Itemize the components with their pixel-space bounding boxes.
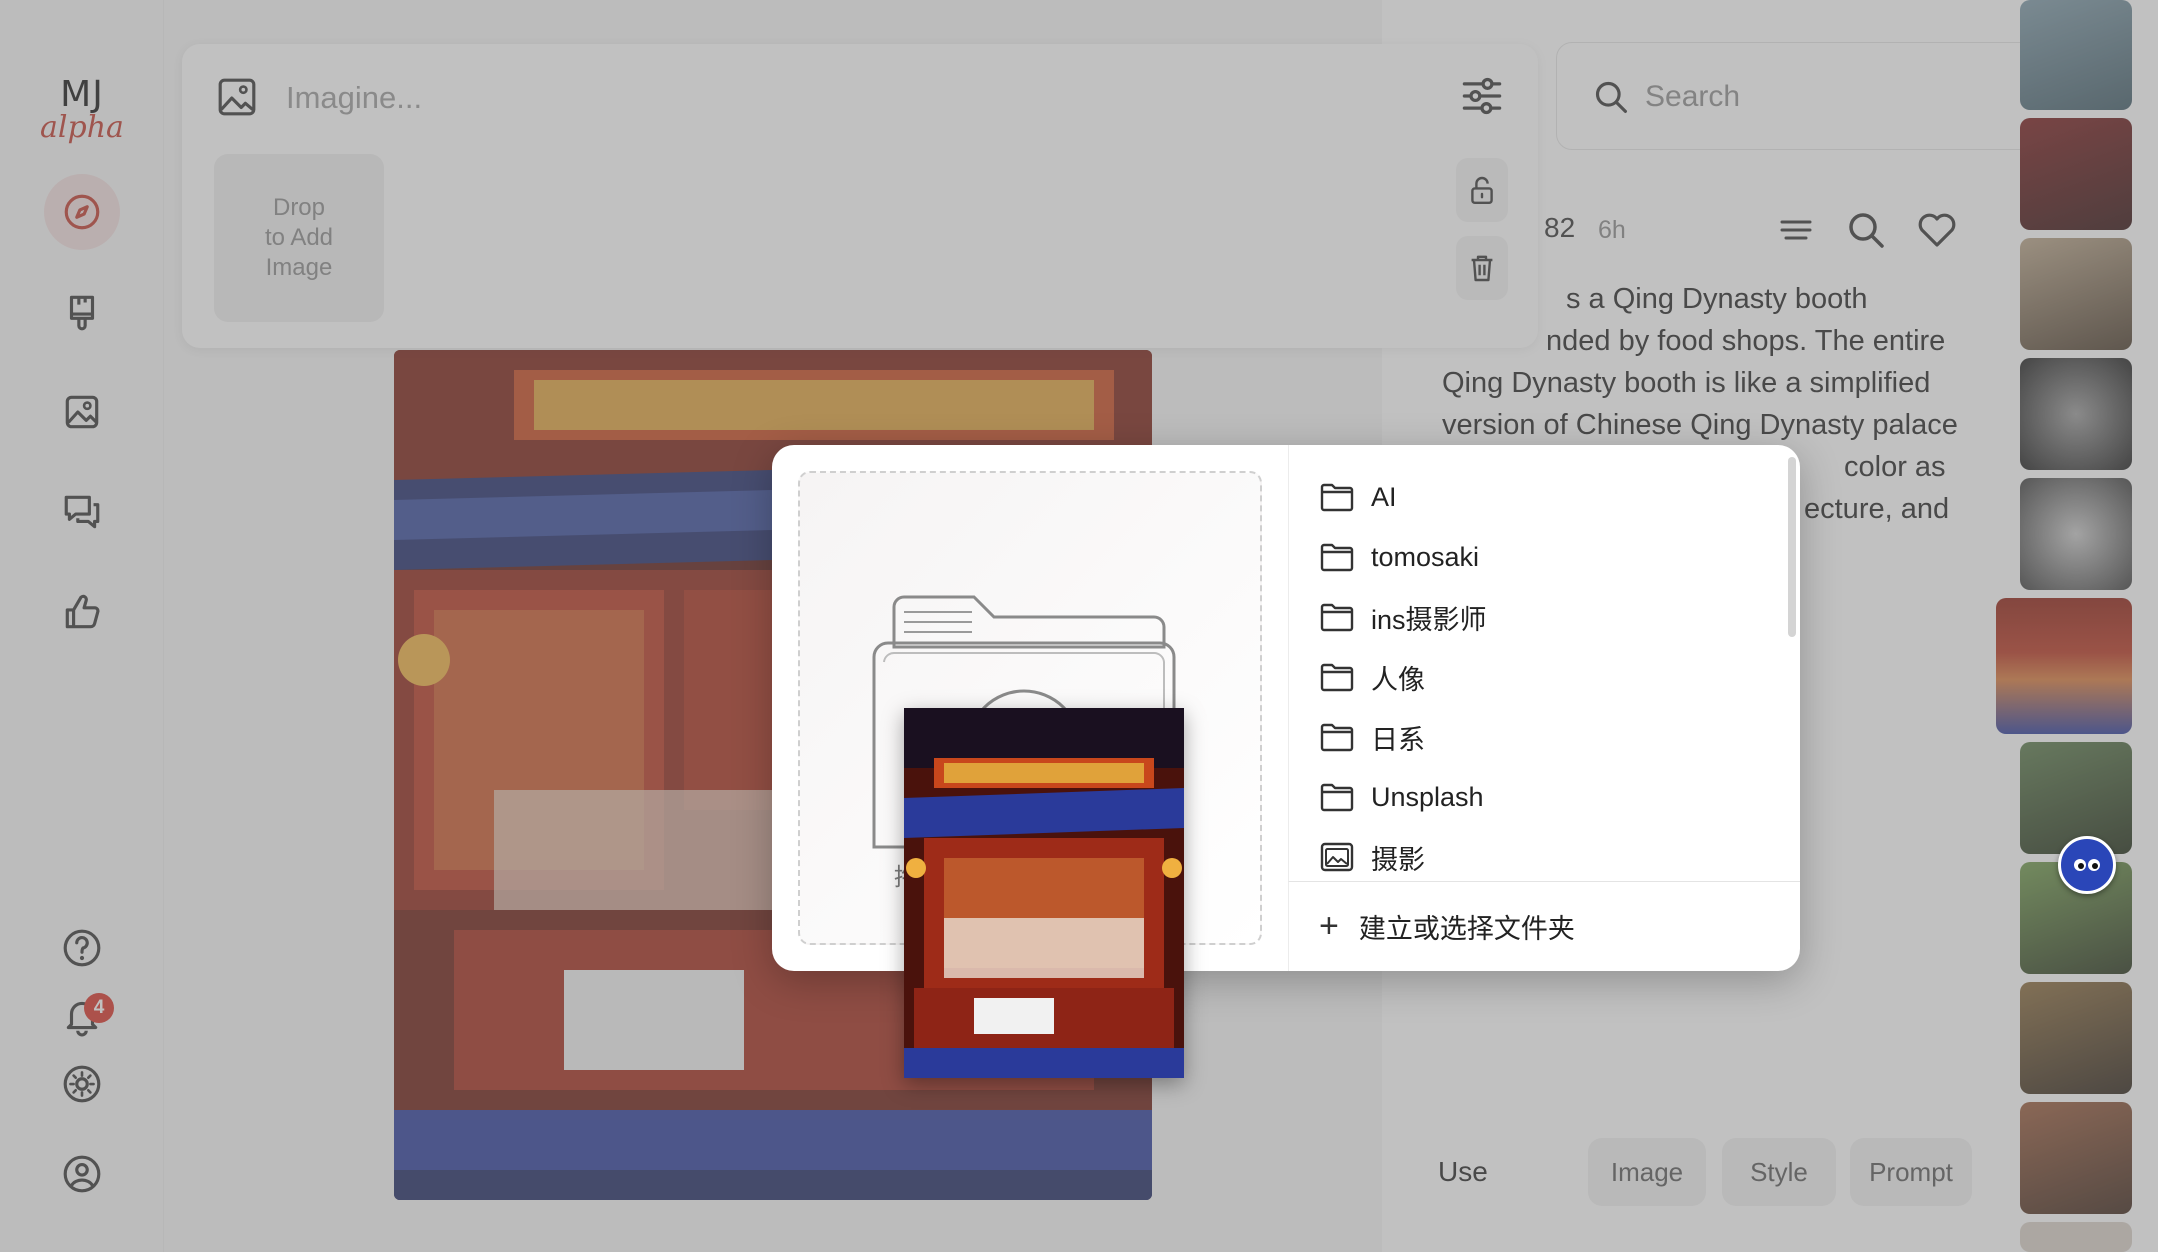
folder-list: AI tomosaki ins摄影师 人像 日系 Unsplash 摄影	[1288, 445, 1800, 881]
dragged-booth-image	[904, 708, 1184, 1078]
folder-item[interactable]: 日系	[1319, 707, 1425, 767]
folder-icon	[1320, 723, 1354, 752]
folder-name: ins摄影师	[1371, 604, 1487, 635]
folder-name: 日系	[1371, 724, 1425, 755]
folder-name: AI	[1371, 481, 1397, 512]
folder-icon	[1320, 603, 1354, 632]
floating-avatar[interactable]	[2058, 836, 2116, 894]
folder-item[interactable]: 人像	[1319, 647, 1425, 707]
create-folder-label: 建立或选择文件夹	[1358, 914, 1575, 944]
eyes-icon	[2074, 859, 2100, 871]
folder-item[interactable]: ins摄影师	[1319, 587, 1487, 647]
folder-item[interactable]: AI	[1319, 467, 1397, 527]
folder-icon	[1320, 543, 1354, 572]
dragged-image[interactable]	[904, 708, 1184, 1078]
folder-name: 摄影	[1371, 844, 1425, 875]
folder-name: 人像	[1371, 664, 1425, 695]
image-folder-icon	[1320, 842, 1354, 872]
folder-item[interactable]: 摄影	[1319, 827, 1425, 887]
folder-icon	[1320, 483, 1354, 512]
folder-name: tomosaki	[1371, 541, 1480, 572]
folder-icon	[1320, 783, 1354, 812]
create-folder-button[interactable]: + 建立或选择文件夹	[1288, 881, 1800, 971]
plus-icon: +	[1319, 907, 1339, 945]
folder-list-scrollbar[interactable]	[1788, 457, 1796, 637]
folder-name: Unsplash	[1371, 781, 1484, 812]
folder-item[interactable]: Unsplash	[1319, 767, 1484, 827]
folder-icon	[1320, 663, 1354, 692]
folder-item[interactable]: tomosaki	[1319, 527, 1479, 587]
